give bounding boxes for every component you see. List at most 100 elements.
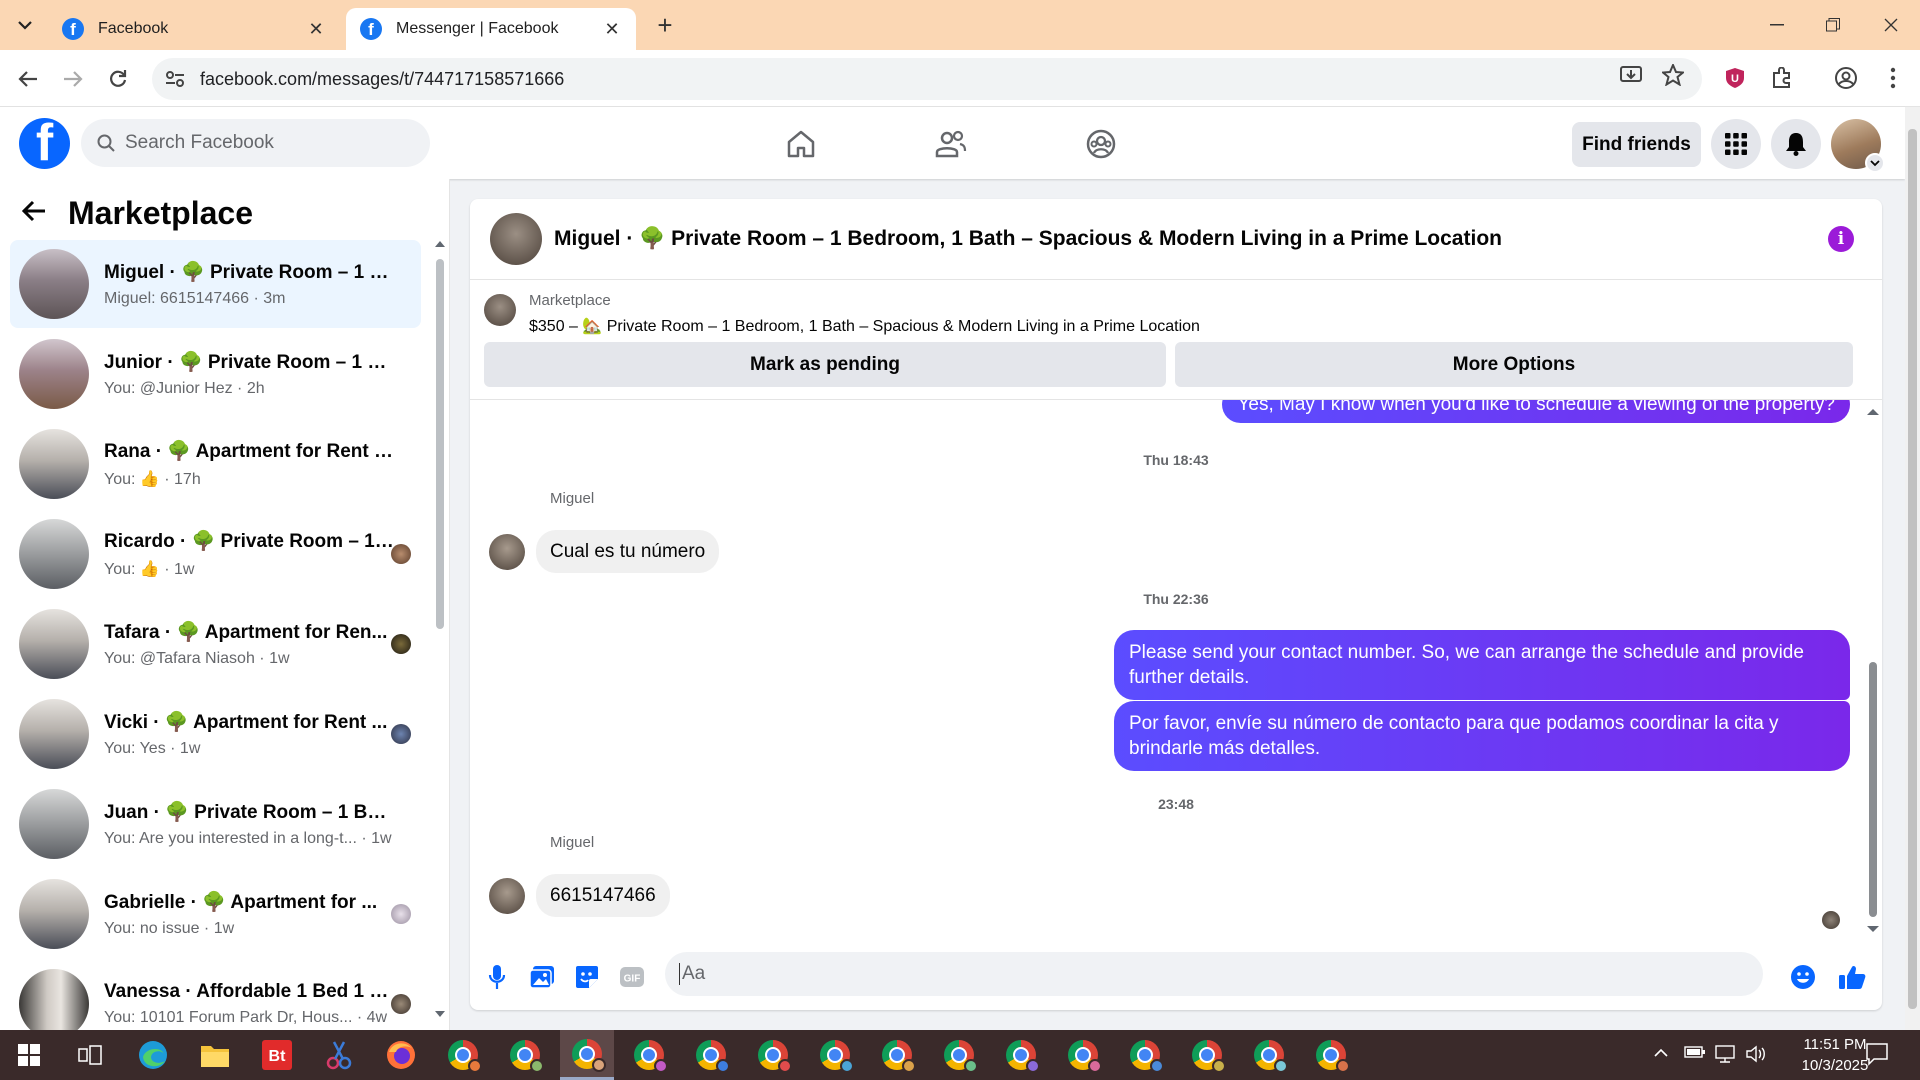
more-options-button[interactable]: More Options (1175, 342, 1853, 387)
site-settings-icon[interactable] (160, 70, 190, 88)
list-item[interactable]: Miguel · 🌳 Private Room – 1 Be... Miguel:… (10, 240, 421, 328)
chrome-window[interactable] (932, 1030, 986, 1080)
ublock-extension-button[interactable]: U (1720, 63, 1750, 93)
tab-facebook[interactable]: f Facebook ✕ (48, 8, 340, 50)
arrow-left-icon (18, 71, 37, 87)
chrome-window[interactable] (1304, 1030, 1358, 1080)
snipping-tool-app[interactable] (312, 1030, 366, 1080)
list-item[interactable]: Gabrielle · 🌳 Apartment for ... You: no i… (10, 870, 421, 958)
gif-button[interactable]: GIF (617, 962, 647, 992)
chat-scrollbar-thumb[interactable] (1869, 662, 1877, 917)
start-button[interactable] (2, 1030, 56, 1080)
list-item[interactable]: Juan · 🌳 Private Room – 1 Bedr... You: Ar… (10, 780, 421, 868)
list-item[interactable]: Rana · 🌳 Apartment for Rent – ... You: 👍 … (10, 420, 421, 508)
volume-indicator[interactable] (1746, 1045, 1768, 1068)
extensions-button[interactable] (1767, 63, 1797, 93)
notification-center-button[interactable] (1865, 1042, 1889, 1071)
forward-button[interactable] (58, 64, 88, 94)
shield-icon: U (1726, 68, 1744, 88)
message-input-box[interactable] (665, 952, 1763, 996)
chrome-window[interactable] (1056, 1030, 1110, 1080)
battery-indicator[interactable] (1684, 1045, 1706, 1064)
bookmark-button[interactable] (1658, 60, 1688, 90)
nav-home[interactable] (746, 121, 856, 167)
chrome-window[interactable] (436, 1030, 490, 1080)
browser-menu-button[interactable] (1878, 63, 1908, 93)
list-header: Marketplace (21, 193, 253, 233)
attach-photo-button[interactable] (527, 962, 557, 992)
caret-down-icon[interactable] (1866, 924, 1880, 934)
sticker-button[interactable] (572, 962, 602, 992)
tab-search-button[interactable] (12, 13, 38, 37)
file-explorer-app[interactable] (188, 1030, 242, 1080)
emoji-button[interactable] (1788, 962, 1818, 992)
voice-clip-button[interactable] (482, 962, 512, 992)
conversation-preview: Miguel: 6615147466 · 3m (104, 290, 286, 307)
facebook-search[interactable] (81, 119, 430, 167)
back-arrow-icon[interactable] (21, 196, 46, 230)
facebook-logo-icon[interactable]: f (19, 118, 70, 169)
edge-app[interactable] (126, 1030, 180, 1080)
firefox-app[interactable] (374, 1030, 428, 1080)
chrome-icon (1192, 1040, 1226, 1073)
list-item[interactable]: Tafara · 🌳 Apartment for Ren... You: @Taf… (10, 600, 421, 688)
close-tab-icon[interactable]: ✕ (306, 19, 326, 40)
list-scrollbar-thumb[interactable] (436, 259, 444, 629)
close-window-button[interactable] (1868, 10, 1914, 40)
list-item[interactable]: Junior · 🌳 Private Room – 1 Bed... You: @… (10, 330, 421, 418)
caret-up-icon[interactable] (434, 239, 446, 249)
chrome-window[interactable] (994, 1030, 1048, 1080)
list-item[interactable]: Vanessa · Affordable 1 Bed 1 B... You: 10… (10, 960, 421, 1030)
profile-button[interactable] (1831, 63, 1861, 93)
minimize-button[interactable] (1754, 10, 1800, 40)
chat-scrollbar[interactable] (1864, 399, 1880, 942)
chrome-window[interactable] (498, 1030, 552, 1080)
chrome-window-active[interactable] (560, 1030, 614, 1080)
tab-messenger[interactable]: f Messenger | Facebook ✕ (346, 8, 636, 50)
sender-avatar[interactable] (489, 878, 525, 914)
list-scrollbar[interactable] (434, 239, 446, 1021)
chrome-window[interactable] (1180, 1030, 1234, 1080)
chrome-window[interactable] (746, 1030, 800, 1080)
page-scrollbar-thumb[interactable] (1908, 129, 1917, 1009)
menu-button[interactable] (1711, 119, 1761, 169)
conversation-name: Tafara · 🌳 Apartment for Ren... (104, 622, 388, 643)
task-view-button[interactable] (63, 1030, 117, 1080)
chrome-window[interactable] (870, 1030, 924, 1080)
close-tab-icon[interactable]: ✕ (602, 19, 622, 40)
chrome-window[interactable] (808, 1030, 862, 1080)
network-indicator[interactable] (1714, 1045, 1736, 1068)
new-tab-button[interactable]: + (652, 12, 678, 38)
list-item[interactable]: Vicki · 🌳 Apartment for Rent ... You: Yes… (10, 690, 421, 778)
back-button[interactable] (13, 64, 43, 94)
caret-up-icon[interactable] (1866, 407, 1880, 417)
sender-avatar[interactable] (489, 534, 525, 570)
show-hidden-icons-button[interactable] (1654, 1045, 1668, 1063)
chrome-window[interactable] (1242, 1030, 1296, 1080)
chrome-window[interactable] (684, 1030, 738, 1080)
bt-app[interactable]: Bt (250, 1030, 304, 1080)
find-friends-button[interactable]: Find friends (1572, 122, 1701, 167)
reload-button[interactable] (103, 64, 133, 94)
send-like-button[interactable] (1837, 962, 1867, 992)
address-bar[interactable]: facebook.com/messages/t/744717158571666 (152, 58, 1702, 100)
mark-as-pending-button[interactable]: Mark as pending (484, 342, 1166, 387)
message-input[interactable] (679, 963, 1699, 985)
search-input[interactable] (125, 132, 405, 154)
list-item[interactable]: Ricardo · 🌳 Private Room – 1 ... You: 👍 ·… (10, 510, 421, 598)
nav-groups[interactable] (1046, 121, 1156, 167)
message-bubble-incoming: Cual es tu número (536, 530, 720, 573)
notifications-button[interactable] (1771, 119, 1821, 169)
chrome-window[interactable] (622, 1030, 676, 1080)
listing-avatar[interactable] (490, 213, 542, 265)
caret-down-icon[interactable] (434, 1009, 446, 1019)
nav-friends[interactable] (896, 121, 1006, 167)
install-app-button[interactable] (1616, 60, 1646, 90)
chat-title[interactable]: Miguel · 🌳 Private Room – 1 Bedroom, 1 B… (554, 227, 1502, 251)
account-avatar[interactable] (1831, 119, 1885, 173)
chrome-window[interactable] (1118, 1030, 1172, 1080)
restore-button[interactable] (1810, 10, 1856, 40)
page-scrollbar[interactable] (1905, 107, 1920, 1030)
url-text[interactable]: facebook.com/messages/t/744717158571666 (200, 69, 564, 90)
info-icon[interactable]: i (1828, 226, 1854, 252)
